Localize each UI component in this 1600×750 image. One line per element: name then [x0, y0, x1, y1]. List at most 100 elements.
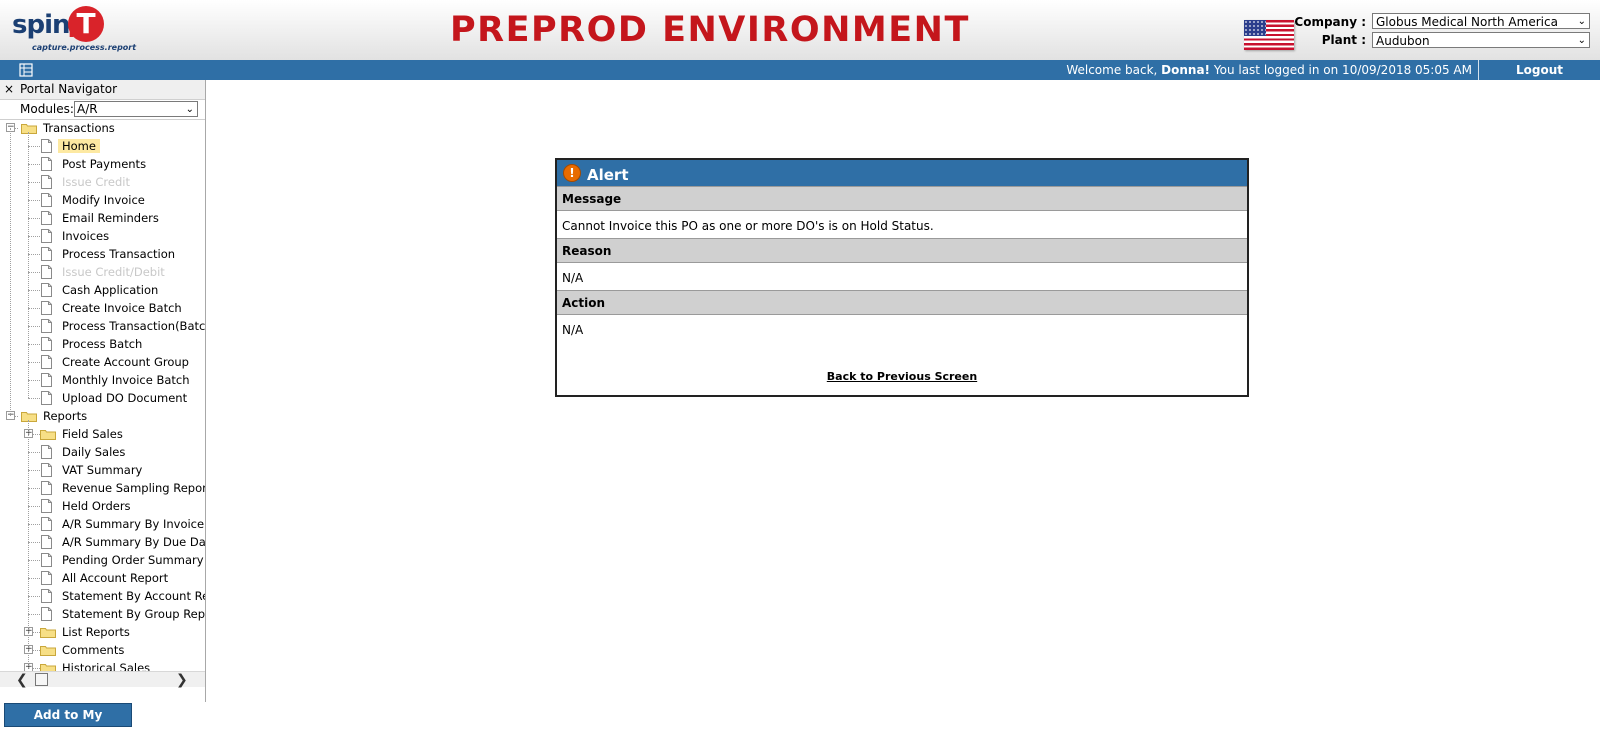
- warning-icon: !: [563, 164, 581, 182]
- tree-item[interactable]: Upload DO Document: [0, 389, 205, 407]
- spineit-logo: spine i T capture.process.report: [12, 6, 136, 54]
- tree-item[interactable]: A/R Summary By Due Date: [0, 533, 205, 551]
- tree-item-label: Pending Order Summary: [62, 553, 204, 567]
- tree-item[interactable]: Modify Invoice: [0, 191, 205, 209]
- tree-item[interactable]: Cash Application: [0, 281, 205, 299]
- horizontal-scrollbar[interactable]: ❮ ❯: [0, 671, 205, 688]
- tree-connector: [28, 506, 40, 507]
- tree-connector: [28, 254, 40, 255]
- tree-folder[interactable]: + List Reports: [0, 623, 205, 641]
- tree-folder[interactable]: + Field Sales: [0, 425, 205, 443]
- tree-item[interactable]: Statement By Account Report: [0, 587, 205, 605]
- tree-connector: [28, 182, 40, 183]
- tree-item[interactable]: Invoices: [0, 227, 205, 245]
- folder-icon: [40, 429, 56, 440]
- welcome-message: Welcome back, Donna! You last logged in …: [1000, 63, 1472, 77]
- tree-item-label: Invoices: [62, 229, 110, 243]
- tree-item[interactable]: Issue Credit: [0, 173, 205, 191]
- company-select[interactable]: Globus Medical North America ⌄: [1372, 13, 1590, 29]
- alert-dialog: ! Alert Message Cannot Invoice this PO a…: [555, 158, 1249, 397]
- logout-button[interactable]: Logout: [1479, 63, 1600, 77]
- document-icon: [41, 553, 52, 567]
- tree-item-label: VAT Summary: [62, 463, 143, 477]
- document-icon: [41, 445, 52, 459]
- close-icon[interactable]: ×: [4, 82, 14, 96]
- tree-connector: [28, 380, 40, 381]
- folder-icon: [21, 411, 37, 422]
- tree-item-label: Held Orders: [62, 499, 131, 513]
- tree-item[interactable]: Create Invoice Batch: [0, 299, 205, 317]
- flag-canton: [1244, 20, 1266, 36]
- tree-connector: [28, 344, 40, 345]
- tree-connector: [28, 452, 40, 453]
- document-icon: [41, 301, 52, 315]
- back-to-previous-screen-link[interactable]: Back to Previous Screen: [557, 370, 1247, 383]
- tree-item[interactable]: Revenue Sampling Report: [0, 479, 205, 497]
- tree-folder[interactable]: − Transactions: [0, 119, 205, 137]
- plant-label: Plant :: [1321, 33, 1366, 47]
- tree-item-label: Revenue Sampling Report: [62, 481, 205, 495]
- logo-circle: T: [68, 6, 104, 42]
- tree-item[interactable]: Process Transaction: [0, 245, 205, 263]
- document-icon: [41, 157, 52, 171]
- document-icon: [41, 535, 52, 549]
- chevron-left-icon[interactable]: ❮: [16, 672, 28, 688]
- action-text: N/A: [562, 323, 584, 337]
- tree-item[interactable]: A/R Summary By Invoice Date: [0, 515, 205, 533]
- plant-value: Audubon: [1376, 34, 1430, 48]
- tree-item-label: Field Sales: [62, 427, 123, 441]
- document-icon: [41, 463, 52, 477]
- tree-connector: [28, 398, 40, 399]
- tree-item[interactable]: Daily Sales: [0, 443, 205, 461]
- tree-item[interactable]: Statement By Group Report: [0, 605, 205, 623]
- tree-item[interactable]: Post Payments: [0, 155, 205, 173]
- tree-item[interactable]: Monthly Invoice Batch: [0, 371, 205, 389]
- modules-select[interactable]: A/R ⌄: [74, 101, 198, 117]
- plant-select[interactable]: Audubon ⌄: [1372, 32, 1590, 48]
- tree-folder[interactable]: − Reports: [0, 407, 205, 425]
- tree-item[interactable]: Process Batch: [0, 335, 205, 353]
- tree-item-label: Email Reminders: [62, 211, 159, 225]
- tree-item[interactable]: Create Account Group: [0, 353, 205, 371]
- tree-item[interactable]: All Account Report: [0, 569, 205, 587]
- tree-item-label: Monthly Invoice Batch: [62, 373, 190, 387]
- scrollbar-thumb[interactable]: [35, 673, 48, 686]
- document-icon: [41, 211, 52, 225]
- document-icon: [41, 283, 52, 297]
- tree-item[interactable]: Process Transaction(Batch): [0, 317, 205, 335]
- add-to-favorites-button[interactable]: Add to My Favorites: [4, 703, 132, 745]
- chevron-down-icon: ⌄: [185, 104, 194, 115]
- tree-item-label: List Reports: [62, 625, 130, 639]
- document-icon: [41, 391, 52, 405]
- tree-connector: [28, 132, 29, 398]
- tree-item[interactable]: Pending Order Summary: [0, 551, 205, 569]
- document-icon: [41, 229, 52, 243]
- message-header: Message: [557, 186, 1247, 211]
- tree-connector: [28, 218, 40, 219]
- tree-connector: [28, 326, 40, 327]
- tree-item[interactable]: Held Orders: [0, 497, 205, 515]
- tree-item-label: Upload DO Document: [62, 391, 188, 405]
- tree-connector: [28, 560, 40, 561]
- navigator-header: × Portal Navigator: [0, 80, 205, 100]
- tree-item[interactable]: VAT Summary: [0, 461, 205, 479]
- grid-icon[interactable]: [19, 63, 33, 77]
- tree-item[interactable]: Home: [0, 137, 205, 155]
- action-header: Action: [557, 290, 1247, 315]
- tree-connector: [28, 236, 40, 237]
- reason-text: N/A: [562, 271, 584, 285]
- tree-item-label: A/R Summary By Invoice Date: [62, 517, 205, 531]
- alert-title-bar: ! Alert: [557, 160, 1247, 186]
- tree-folder[interactable]: + Comments: [0, 641, 205, 659]
- folder-icon: [21, 123, 37, 134]
- tree-item[interactable]: Email Reminders: [0, 209, 205, 227]
- tree-item[interactable]: Issue Credit/Debit: [0, 263, 205, 281]
- tree-item-label: Issue Credit: [62, 175, 130, 189]
- chevron-right-icon[interactable]: ❯: [176, 672, 188, 688]
- tree-connector: [28, 308, 40, 309]
- tree-item-label: Process Batch: [62, 337, 143, 351]
- document-icon: [41, 481, 52, 495]
- document-icon: [41, 373, 52, 387]
- tree-item-label: Statement By Account Report: [62, 589, 205, 603]
- document-icon: [41, 517, 52, 531]
